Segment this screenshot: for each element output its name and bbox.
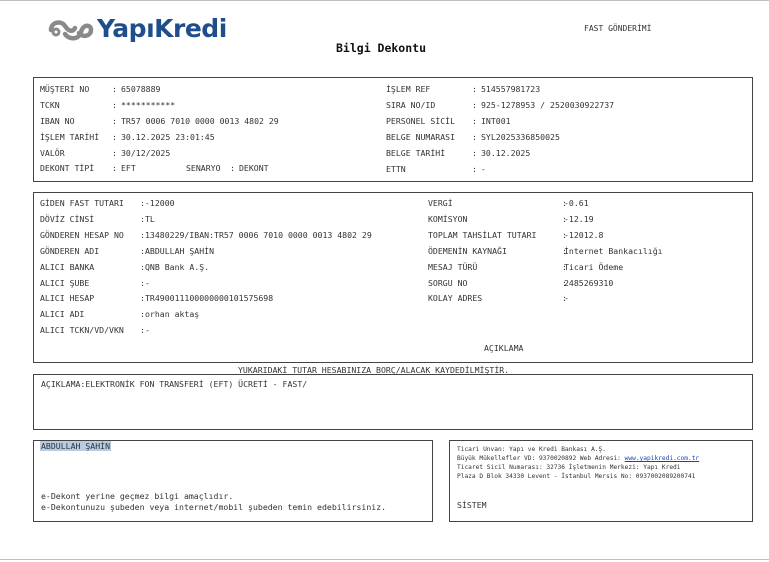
charge-field-value: -12012.8 — [564, 229, 604, 240]
charge-field-value: Ticari Ödeme — [564, 261, 624, 272]
explanation-heading: AÇIKLAMA — [484, 343, 524, 353]
brand-name: YapıKredi — [97, 14, 227, 43]
transfer-field-value: -12000 — [145, 198, 175, 208]
customer-field-value: *********** — [121, 99, 176, 110]
reference-field-label: ETTN — [386, 163, 406, 174]
document-title: Bilgi Dekontu — [336, 41, 427, 55]
transfer-field-label: GÖNDEREN ADI — [40, 245, 100, 256]
transfer-field-label: ALICI ADI — [40, 309, 85, 320]
transfer-field-value: - — [145, 325, 150, 336]
transfer-field-value: 13480229/IBAN:TR57 0006 7010 0000 0013 4… — [145, 229, 372, 240]
customer-field-label: MÜŞTERİ NO — [40, 84, 90, 94]
brand-logo: YapıKredi — [47, 14, 227, 46]
transfer-type: FAST GÖNDERİMİ — [584, 24, 652, 33]
transfer-field-label: ALICI HESAP — [40, 293, 95, 304]
transfer-field-value: - — [145, 277, 150, 288]
bank-registry-line: Ticaret Sicil Numarası: 32736 İşletmenin… — [457, 464, 681, 471]
charge-field-label: KOLAY ADRES — [428, 293, 483, 304]
transaction-details-box: GİDEN FAST TUTARI: -12000 DÖVİZ CİNSİ: TL GÖ… — [33, 192, 753, 363]
customer-name: ABDULLAH ŞAHİN — [40, 441, 112, 451]
transfer-field-label: GÖNDEREN HESAP NO — [40, 229, 124, 240]
customer-info-box: MÜŞTERİ NO:65078889 TCKN: *********** IBAN … — [33, 77, 753, 182]
page-top-rule — [0, 0, 769, 1]
charge-field-value: -12.19 — [564, 213, 594, 224]
charge-field-label: KOMİSYON — [428, 213, 468, 224]
charge-field-value: İnternet Bankacılığı — [564, 245, 663, 256]
transfer-field-value: orhan aktaş — [145, 309, 200, 320]
page-bottom-rule — [0, 559, 769, 560]
reference-field-value: SYL2025336850025 — [481, 131, 560, 142]
customer-field-label: VALÖR — [40, 147, 65, 158]
reference-field-value: 30.12.2025 — [481, 147, 531, 158]
transfer-field-value: TR490011100000000101575698 — [145, 293, 274, 304]
transfer-field-value: TL — [145, 213, 155, 224]
system-label: SİSTEM — [457, 500, 487, 510]
transfer-field-label: ALICI TCKN/VD/VKN — [40, 325, 124, 336]
reference-field-value: 514557981723 — [481, 84, 541, 94]
bank-title-line: Ticari Unvan: Yapı ve Kredi Bankası A.Ş. — [457, 446, 607, 453]
customer-field-value: 30/12/2025 — [121, 147, 171, 158]
charge-field-value: -0.61 — [564, 198, 589, 208]
transfer-field-label: GİDEN FAST TUTARI — [40, 198, 124, 208]
charge-field-value: - — [564, 293, 569, 304]
info-note-line2: e-Dekontunuzu şubeden veya internet/mobi… — [41, 502, 387, 512]
charge-field-label: ÖDEMENİN KAYNAĞI — [428, 245, 507, 256]
customer-field-value: 30.12.2025 23:01:45 — [121, 131, 215, 142]
bank-tax-line: Büyük Mükellefler VD: 9370020892 Web Adr… — [457, 455, 700, 462]
transfer-field-label: DÖVİZ CİNSİ — [40, 213, 95, 224]
reference-field-label: BELGE TARİHİ — [386, 147, 446, 158]
customer-note-box: ABDULLAH ŞAHİN e-Dekont yerine geçmez bi… — [33, 440, 433, 522]
customer-field-label: TCKN — [40, 99, 60, 110]
customer-field-label: İŞLEM TARİHİ — [40, 131, 100, 142]
reference-field-value: INT001 — [481, 115, 511, 126]
charge-field-label: TOPLAM TAHSİLAT TUTARI — [428, 229, 537, 240]
reference-field-label: PERSONEL SİCİL — [386, 115, 456, 126]
charge-field-label: MESAJ TÜRÜ — [428, 261, 478, 272]
charge-field-value: 2485269310 — [564, 277, 614, 288]
transfer-field-label: ALICI ŞUBE — [40, 277, 90, 288]
scenario-label: SENARYO — [186, 163, 221, 173]
dekont-type-value: EFT — [121, 163, 136, 173]
bank-info-box: Ticari Unvan: Yapı ve Kredi Bankası A.Ş.… — [449, 440, 753, 522]
reference-field-label: BELGE NUMARASI — [386, 131, 456, 142]
reference-field-value: - — [481, 163, 486, 174]
customer-field-label: IBAN NO — [40, 115, 75, 126]
description-text: AÇIKLAMA:ELEKTRONİK FON TRANSFERİ (EFT) … — [41, 379, 308, 389]
transfer-field-label: ALICI BANKA — [40, 261, 95, 272]
brand-swirl-icon — [48, 20, 94, 41]
bank-website-link[interactable]: www.yapikredi.com.tr — [625, 455, 700, 462]
customer-field-value: 65078889 — [121, 84, 161, 94]
reference-field-label: SIRA NO/ID — [386, 99, 436, 110]
info-note-line1: e-Dekont yerine geçmez bilgi amaçlıdır. — [41, 491, 234, 501]
transfer-field-value: QNB Bank A.Ş. — [145, 261, 210, 272]
bank-address-line: Plaza D Blok 34330 Levent - İstanbul Mer… — [457, 473, 696, 480]
customer-field-value: TR57 0006 7010 0000 0013 4802 29 — [121, 115, 279, 126]
transfer-field-value: ABDULLAH ŞAHİN — [145, 245, 215, 256]
charge-field-label: SORGU NO — [428, 277, 468, 288]
scenario-value: DEKONT — [239, 163, 269, 173]
reference-field-value: 925-1278953 / 2520030922737 — [481, 99, 615, 110]
description-box: AÇIKLAMA:ELEKTRONİK FON TRANSFERİ (EFT) … — [33, 374, 753, 430]
charge-field-label: VERGİ — [428, 198, 453, 208]
dekont-type-label: DEKONT TİPİ — [40, 163, 95, 173]
reference-field-label: İŞLEM REF — [386, 84, 431, 94]
